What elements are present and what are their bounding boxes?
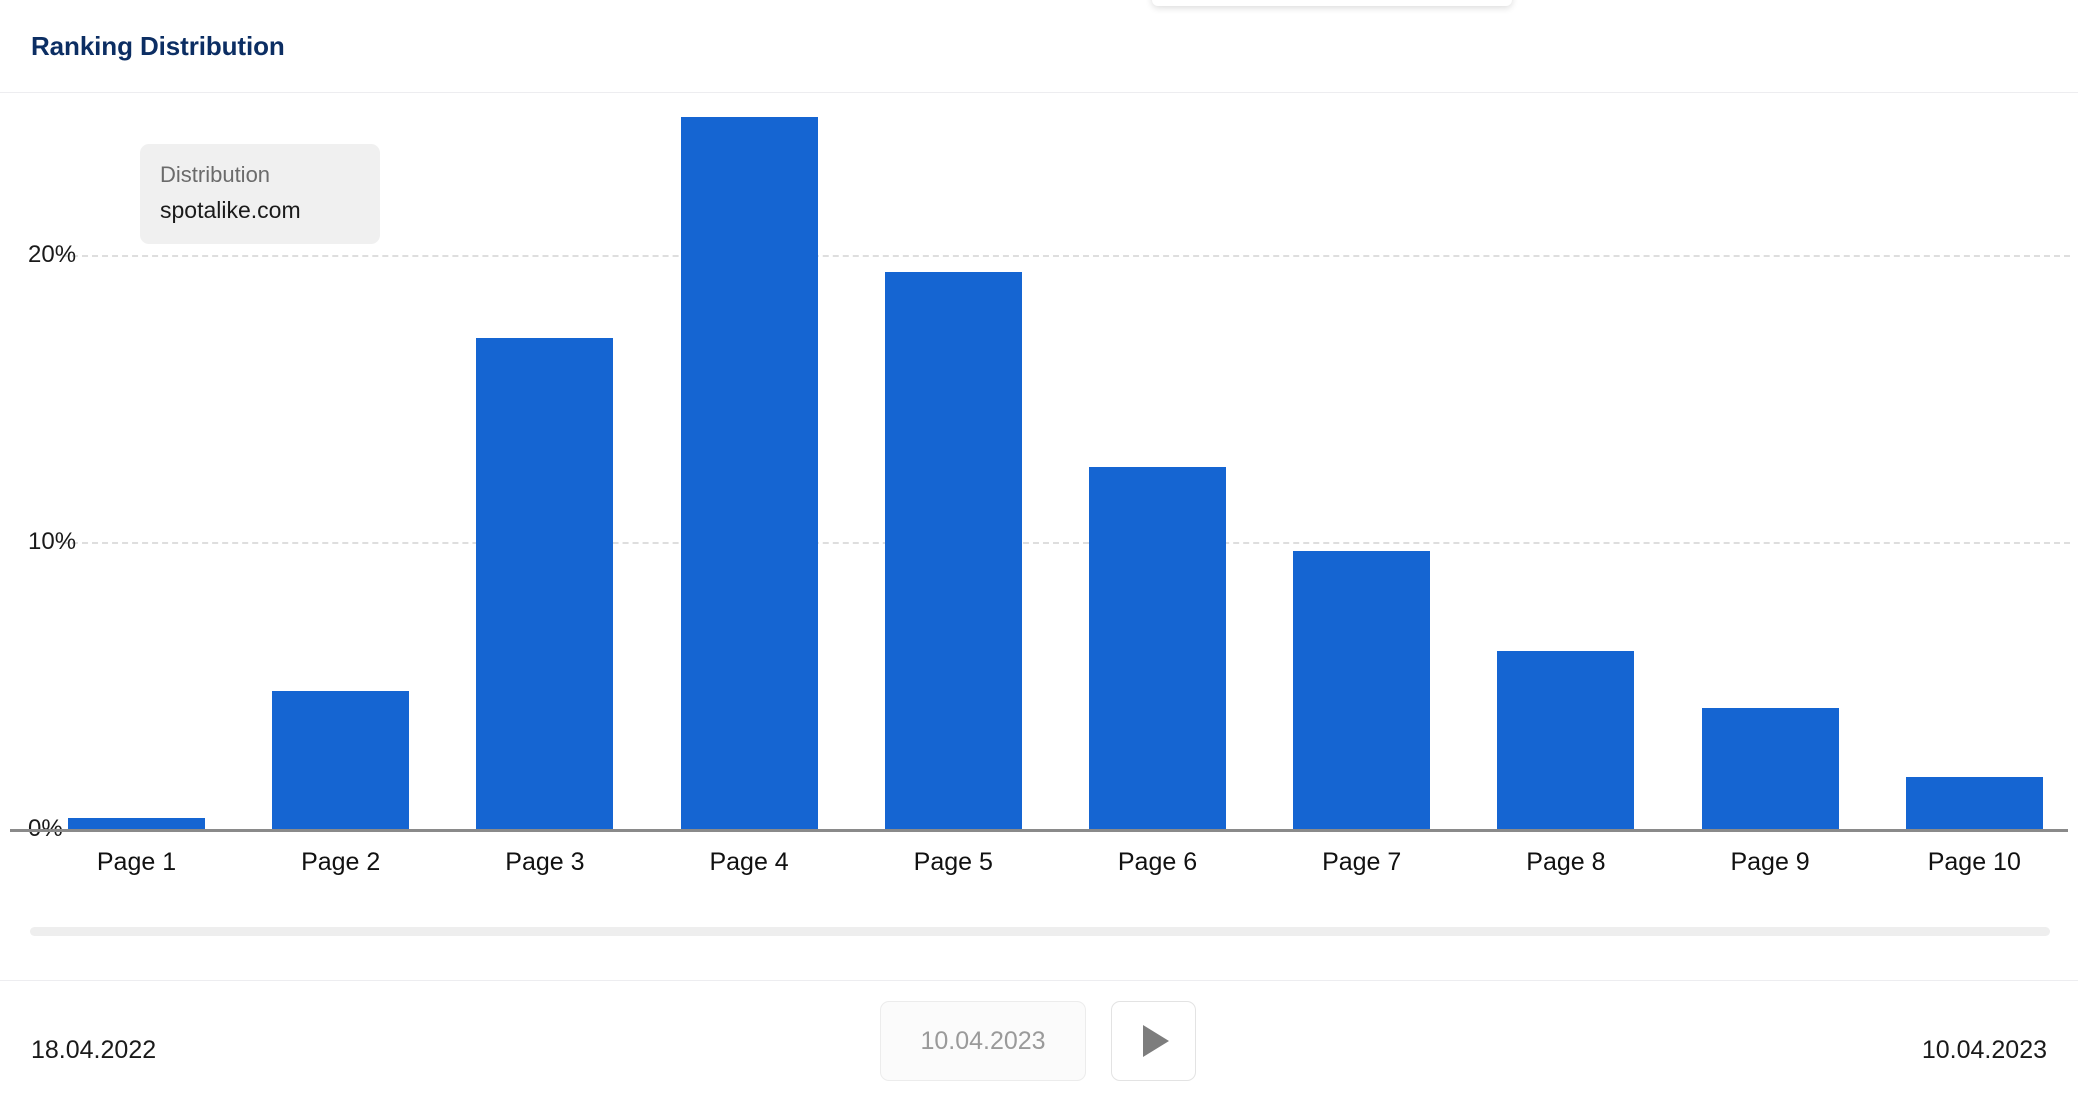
x-axis-label: Page 2	[301, 848, 381, 876]
card-header: Ranking Distribution	[0, 0, 2078, 93]
bar-page-10[interactable]	[1905, 777, 2043, 829]
bar-page-5[interactable]	[884, 272, 1022, 829]
bar-page-8[interactable]	[1497, 651, 1635, 829]
floating-card-peek	[1152, 0, 1512, 6]
play-triangle-icon	[1143, 1025, 1169, 1057]
x-axis-label: Page 8	[1526, 848, 1606, 876]
bar-chart-plot: 0%10%20% Page 1Page 2Page 3Page 4Page 5P…	[0, 93, 2078, 893]
bar-page-9[interactable]	[1701, 708, 1839, 829]
x-axis-label: Page 4	[709, 848, 789, 876]
bar-page-2[interactable]	[272, 691, 410, 829]
bar-page-1[interactable]	[68, 817, 205, 829]
date-input[interactable]: 10.04.2023	[880, 1001, 1086, 1081]
page-title: Ranking Distribution	[31, 31, 285, 61]
x-axis-label: Page 7	[1322, 848, 1402, 876]
x-axis-label: Page 1	[96, 848, 177, 876]
ranking-distribution-card: Ranking Distribution 0%10%20% Page 1Page…	[0, 0, 2078, 1098]
bar-page-4[interactable]	[680, 117, 818, 829]
timeline-end-date: 10.04.2023	[1921, 1036, 2047, 1064]
tooltip-value: spotalike.com	[160, 196, 301, 223]
x-axis-label: Page 6	[1117, 848, 1198, 876]
timeline-start-date: 18.04.2022	[31, 1036, 157, 1064]
x-axis-label: Page 3	[505, 848, 585, 876]
play-button[interactable]	[1111, 1001, 1196, 1081]
bar-page-3[interactable]	[476, 338, 614, 829]
tooltip-label: Distribution	[160, 162, 271, 187]
bar-page-7[interactable]	[1293, 550, 1431, 829]
chart-tooltip: Distribution spotalike.com	[140, 144, 380, 244]
x-axis-label: Page 9	[1730, 848, 1810, 876]
x-axis-label: Page 5	[913, 848, 993, 876]
timeline-footer: 18.04.2022 10.04.2023 10.04.2023	[0, 980, 2078, 1098]
x-axis-label: Page 10	[1927, 848, 2021, 876]
horizontal-scrollbar[interactable]	[30, 927, 2050, 936]
bar-page-6[interactable]	[1089, 467, 1226, 829]
